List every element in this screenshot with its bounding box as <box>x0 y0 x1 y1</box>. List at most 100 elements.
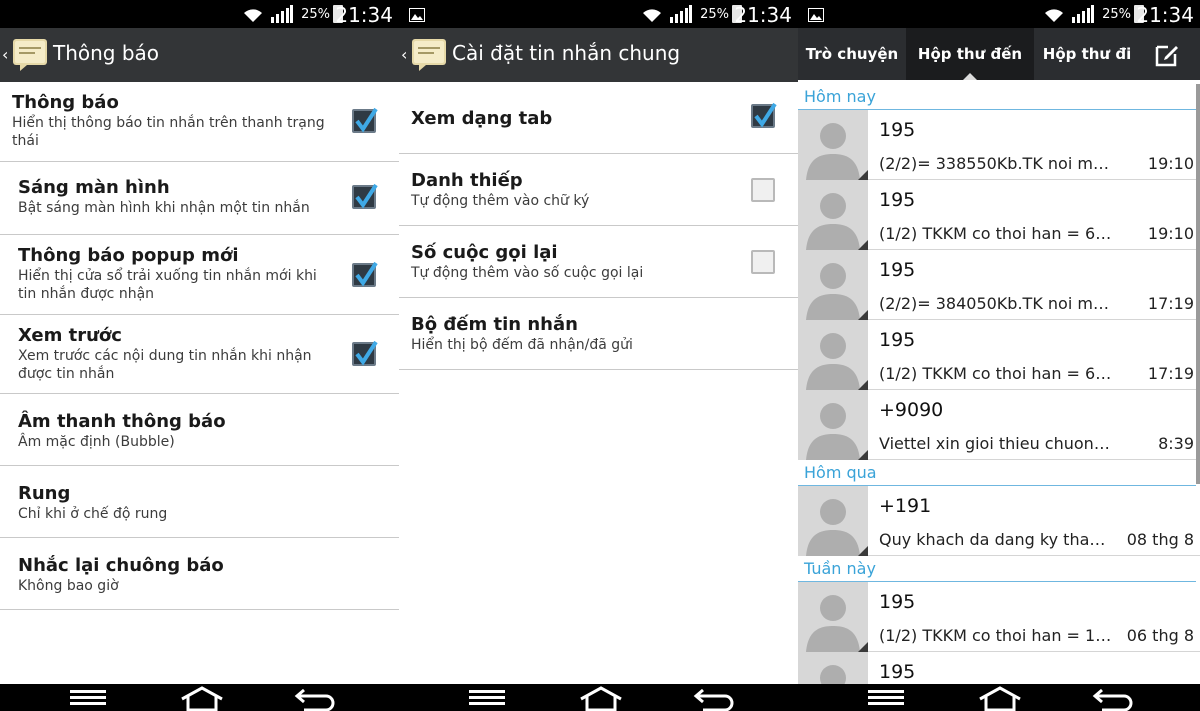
messaging-app-icon[interactable] <box>411 36 447 72</box>
status-time: 21:34 <box>335 3 393 27</box>
settings-list: Thông báo Hiển thị thông báo tin nhắn tr… <box>0 82 399 610</box>
setting-row-sound[interactable]: Âm thanh thông báo Âm mặc định (Bubble) <box>0 394 399 466</box>
contact-avatar-icon[interactable] <box>798 582 868 652</box>
menu-icon[interactable] <box>70 690 106 706</box>
checkbox-checked[interactable] <box>352 183 378 209</box>
contact-avatar-icon[interactable] <box>798 652 868 684</box>
setting-title: Nhắc lại chuông báo <box>18 555 224 576</box>
message-row[interactable]: 195 <box>798 652 1200 684</box>
setting-row-tab-view[interactable]: Xem dạng tab <box>399 82 798 154</box>
battery-percent: 25% <box>700 7 729 22</box>
active-tab-indicator <box>963 73 977 80</box>
message-row[interactable]: 195 (1/2) TKKM co thoi han = 661… 19:10 <box>798 180 1200 250</box>
home-icon[interactable] <box>978 686 1022 711</box>
message-row[interactable]: 195 (1/2) TKKM co thoi han = 1… 06 thg 8 <box>798 582 1200 652</box>
back-chevron-icon[interactable]: ‹ <box>401 45 407 64</box>
setting-row-vibrate[interactable]: Rung Chỉ khi ở chế độ rung <box>0 466 399 538</box>
general-message-settings-screen: 25% 21:34 ‹ Cài đặt tin nhắn chung Xem d… <box>399 0 798 711</box>
wifi-icon <box>244 9 262 22</box>
checkbox-unchecked[interactable] <box>751 178 775 202</box>
message-time: 17:19 <box>1147 294 1194 313</box>
setting-subtitle: Bật sáng màn hình khi nhận một tin nhắn <box>18 200 310 216</box>
checkbox-unchecked[interactable] <box>751 250 775 274</box>
back-chevron-icon[interactable]: ‹ <box>2 45 8 64</box>
tab-label: Hộp thư đến <box>917 45 1023 63</box>
message-row[interactable]: 195 (1/2) TKKM co thoi han = 661… 17:19 <box>798 320 1200 390</box>
signal-icon <box>1072 5 1094 23</box>
checkbox-checked[interactable] <box>751 102 777 128</box>
message-preview: (2/2)= 384050Kb.TK noi mang… <box>879 294 1114 313</box>
setting-row-notification[interactable]: Thông báo Hiển thị thông báo tin nhắn tr… <box>0 82 399 162</box>
message-time: 19:10 <box>1147 154 1194 173</box>
message-sender: 195 <box>879 119 916 141</box>
signal-icon <box>271 5 293 23</box>
contact-avatar-icon[interactable] <box>798 180 868 250</box>
setting-row-preview[interactable]: Xem trước Xem trước các nội dung tin nhắ… <box>0 315 399 394</box>
tab-label: Hộp thư đi <box>1042 45 1132 63</box>
setting-row-repeat-alert[interactable]: Nhắc lại chuông báo Không bao giờ <box>0 538 399 610</box>
setting-row-popup[interactable]: Thông báo popup mới Hiển thị cửa sổ trải… <box>0 235 399 315</box>
setting-title: Số cuộc gọi lại <box>411 242 558 263</box>
message-sender: 195 <box>879 329 916 351</box>
message-time: 8:39 <box>1158 434 1194 453</box>
section-header: Tuần này <box>798 556 1196 582</box>
setting-title: Thông báo popup mới <box>18 245 239 266</box>
contact-avatar-icon[interactable] <box>798 390 868 460</box>
setting-row-callback-number[interactable]: Số cuộc gọi lại Tự động thêm vào số cuộc… <box>399 226 798 298</box>
action-bar: ‹ Cài đặt tin nhắn chung <box>399 28 798 82</box>
menu-icon[interactable] <box>469 690 505 706</box>
status-bar: 25% 21:34 <box>0 0 399 28</box>
message-row[interactable]: +191 Quy khach da dang ky than… 08 thg 8 <box>798 486 1200 556</box>
messaging-app-icon[interactable] <box>12 36 48 72</box>
compose-icon[interactable] <box>1154 42 1180 68</box>
message-row[interactable]: +9090 Viettel xin gioi thieu chuong trin…… <box>798 390 1200 460</box>
notification-settings-screen: 25% 21:34 ‹ Thông báo Thông báo Hiển thị… <box>0 0 399 711</box>
home-icon[interactable] <box>579 686 623 711</box>
setting-title: Bộ đếm tin nhắn <box>411 314 578 335</box>
setting-row-message-counter[interactable]: Bộ đếm tin nhắn Hiển thị bộ đếm đã nhận/… <box>399 298 798 370</box>
setting-subtitle: Hiển thị cửa sổ trải xuống tin nhắn mới … <box>18 268 317 302</box>
home-icon[interactable] <box>180 686 224 711</box>
message-preview: (2/2)= 338550Kb.TK noi mang… <box>879 154 1114 173</box>
setting-subtitle: Xem trước các nội dung tin nhắn khi nhận… <box>18 348 312 382</box>
message-sender: 195 <box>879 591 916 613</box>
setting-row-business-card[interactable]: Danh thiếp Tự động thêm vào chữ ký <box>399 154 798 226</box>
battery-percent: 25% <box>301 7 330 22</box>
gallery-notification-icon <box>808 8 824 22</box>
setting-subtitle: Chỉ khi ở chế độ rung <box>18 506 168 522</box>
wifi-icon <box>1045 9 1063 22</box>
tab-inbox[interactable]: Hộp thư đến <box>906 28 1034 80</box>
back-icon[interactable] <box>1092 686 1134 711</box>
contact-avatar-icon[interactable] <box>798 486 868 556</box>
action-bar: ‹ Thông báo <box>0 28 399 82</box>
contact-avatar-icon[interactable] <box>798 320 868 390</box>
setting-subtitle: Hiển thị bộ đếm đã nhận/đã gửi <box>411 337 633 353</box>
status-bar: 25% 21:34 <box>798 0 1200 28</box>
message-row[interactable]: 195 (2/2)= 338550Kb.TK noi mang… 19:10 <box>798 110 1200 180</box>
wifi-icon <box>643 9 661 22</box>
inbox-screen: 25% 21:34 Trò chuyện Hộp thư đến Hộp thư… <box>798 0 1200 711</box>
setting-subtitle: Âm mặc định (Bubble) <box>18 434 175 450</box>
checkbox-checked[interactable] <box>352 107 378 133</box>
message-sender: 195 <box>879 259 916 281</box>
contact-avatar-icon[interactable] <box>798 250 868 320</box>
message-row[interactable]: 195 (2/2)= 384050Kb.TK noi mang… 17:19 <box>798 250 1200 320</box>
tab-outbox[interactable]: Hộp thư đi <box>1034 28 1140 80</box>
message-time: 08 thg 8 <box>1126 530 1194 549</box>
scrollbar[interactable] <box>1196 84 1200 484</box>
setting-row-screen-on[interactable]: Sáng màn hình Bật sáng màn hình khi nhận… <box>0 162 399 235</box>
navigation-bar <box>798 684 1200 711</box>
checkbox-checked[interactable] <box>352 261 378 287</box>
tab-conversations[interactable]: Trò chuyện <box>798 28 906 80</box>
setting-title: Danh thiếp <box>411 170 523 191</box>
menu-icon[interactable] <box>868 690 904 706</box>
back-icon[interactable] <box>693 686 735 711</box>
back-icon[interactable] <box>294 686 336 711</box>
message-time: 06 thg 8 <box>1126 626 1194 645</box>
gallery-notification-icon <box>409 8 425 22</box>
contact-avatar-icon[interactable] <box>798 110 868 180</box>
checkbox-checked[interactable] <box>352 340 378 366</box>
message-sender: +9090 <box>879 399 944 421</box>
message-preview: Viettel xin gioi thieu chuong trin… <box>879 434 1114 453</box>
message-time: 19:10 <box>1147 224 1194 243</box>
